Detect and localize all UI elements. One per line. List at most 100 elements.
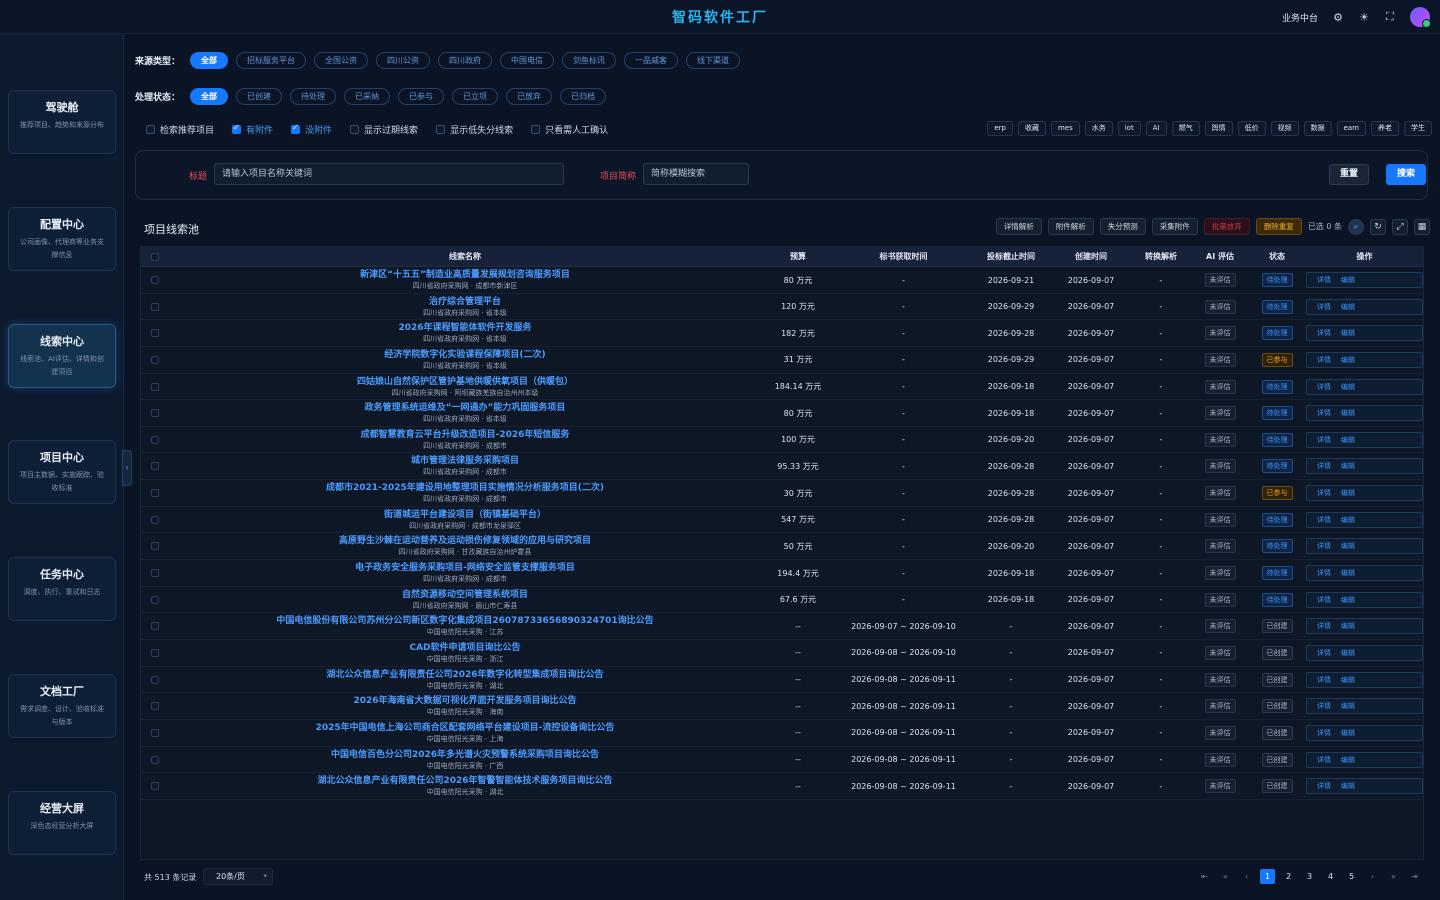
edit-link[interactable]: 编辑 <box>1341 595 1355 605</box>
page-button[interactable]: 1 <box>1260 869 1275 884</box>
detail-link[interactable]: 详情 <box>1317 621 1331 631</box>
search-button[interactable]: 搜索 <box>1385 164 1426 185</box>
row-checkbox[interactable] <box>147 613 163 639</box>
row-checkbox[interactable] <box>147 773 163 799</box>
detail-link[interactable]: 详情 <box>1317 488 1331 498</box>
page-button[interactable]: 5 <box>1344 869 1359 884</box>
detail-link[interactable]: 详情 <box>1317 355 1331 365</box>
keyword-tag[interactable]: 学生 <box>1404 121 1432 136</box>
checkbox[interactable] <box>151 782 159 791</box>
sidebar-item-config[interactable]: 配置中心 公司画像、代理商等业务支撑信息 <box>8 207 116 271</box>
detail-link[interactable]: 详情 <box>1317 595 1331 605</box>
row-checkbox[interactable] <box>147 267 163 293</box>
loss-predict-button[interactable]: 失分预测 <box>1099 218 1146 235</box>
edit-link[interactable]: 编辑 <box>1341 461 1355 471</box>
detail-link[interactable]: 详情 <box>1317 515 1331 525</box>
source-chip[interactable]: 剑鱼标讯 <box>562 52 617 69</box>
source-chip[interactable]: 一品威客 <box>624 52 679 69</box>
sun-icon[interactable]: ☀ <box>1358 11 1370 24</box>
checkbox[interactable] <box>151 728 159 737</box>
keyword-tag[interactable]: erp <box>987 121 1013 136</box>
row-checkbox[interactable] <box>147 693 163 719</box>
detail-link[interactable]: 详情 <box>1317 328 1331 338</box>
row-checkbox[interactable] <box>147 720 163 746</box>
checkbox[interactable] <box>151 675 159 684</box>
lead-title-link[interactable]: 高原野生沙棘在运动营养及运动损伤修复领域的应用与研究项目 <box>339 535 591 547</box>
lead-title-link[interactable]: 自然资源移动空间管理系统项目 <box>402 589 528 601</box>
row-checkbox[interactable] <box>147 640 163 666</box>
source-chip[interactable]: 全部 <box>190 52 229 69</box>
keyword-tag[interactable]: AI <box>1145 121 1167 136</box>
edit-link[interactable]: 编辑 <box>1341 382 1355 392</box>
page-size-select[interactable]: 20条/页 <box>203 868 273 885</box>
lead-title-link[interactable]: 2026年海南省大数据可视化界面开发服务项目询比公告 <box>353 695 576 707</box>
detail-parse-button[interactable]: 详情解析 <box>995 218 1042 235</box>
first-page-icon[interactable]: ⇤ <box>1197 869 1212 884</box>
edit-link[interactable]: 编辑 <box>1341 781 1355 791</box>
status-chip[interactable]: 待处理 <box>290 88 337 105</box>
keyword-tag[interactable]: 收藏 <box>1017 121 1046 136</box>
next-group-icon[interactable]: » <box>1386 869 1401 884</box>
select-all-checkbox[interactable] <box>147 247 163 267</box>
sidebar-item-projects[interactable]: 项目中心 项目主数据、实施跟踪、验收标准 <box>8 440 116 504</box>
sidebar-collapse-button[interactable]: ‹ <box>122 450 132 486</box>
check-low-score[interactable]: 显示低失分线索 <box>436 123 513 136</box>
detail-link[interactable]: 详情 <box>1317 728 1331 738</box>
check-has-attachment[interactable]: 有附件 <box>232 123 273 136</box>
detail-link[interactable]: 详情 <box>1317 568 1331 578</box>
detail-link[interactable]: 详情 <box>1317 408 1331 418</box>
row-checkbox[interactable] <box>147 507 163 533</box>
status-chip[interactable]: 已创建 <box>236 88 283 105</box>
source-chip[interactable]: 中国电信 <box>500 52 555 69</box>
checkbox[interactable] <box>151 355 159 364</box>
edit-link[interactable]: 编辑 <box>1341 648 1355 658</box>
edit-link[interactable]: 编辑 <box>1341 355 1355 365</box>
lead-title-link[interactable]: 湖北公众信息产业有限责任公司2026年智警智能体技术服务项目询比公告 <box>317 775 612 787</box>
source-chip[interactable]: 四川公资 <box>376 52 431 69</box>
edit-link[interactable]: 编辑 <box>1341 515 1355 525</box>
lead-title-link[interactable]: 成都市2021-2025年建设用地整理项目实施情况分析服务项目(二次) <box>326 482 604 494</box>
detail-link[interactable]: 详情 <box>1317 275 1331 285</box>
batch-abandon-button[interactable]: 批量放弃 <box>1203 218 1250 235</box>
checkbox[interactable] <box>151 648 159 657</box>
page-button[interactable]: 2 <box>1281 869 1296 884</box>
edit-link[interactable]: 编辑 <box>1341 675 1355 685</box>
detail-link[interactable]: 详情 <box>1317 781 1331 791</box>
row-checkbox[interactable] <box>147 320 163 346</box>
keyword-tag[interactable]: 养老 <box>1371 121 1399 136</box>
row-checkbox[interactable] <box>147 427 163 453</box>
detail-link[interactable]: 详情 <box>1317 755 1331 765</box>
checkbox[interactable] <box>151 435 159 444</box>
checkbox[interactable] <box>151 462 159 471</box>
edit-link[interactable]: 编辑 <box>1341 701 1355 711</box>
collect-attachment-button[interactable]: 采集附件 <box>1151 218 1198 235</box>
keyword-tag[interactable]: mes <box>1050 121 1080 136</box>
checkbox[interactable] <box>291 123 301 134</box>
status-chip[interactable]: 已归档 <box>560 88 607 105</box>
edit-link[interactable]: 编辑 <box>1341 755 1355 765</box>
page-button[interactable]: 3 <box>1302 869 1317 884</box>
edit-link[interactable]: 编辑 <box>1341 435 1355 445</box>
search-icon[interactable]: ⌕ <box>1348 218 1364 235</box>
edit-link[interactable]: 编辑 <box>1341 621 1355 631</box>
checkbox[interactable] <box>531 125 541 134</box>
checkbox[interactable] <box>151 622 159 631</box>
prev-page-icon[interactable]: ‹ <box>1239 869 1254 884</box>
status-chip[interactable]: 已采纳 <box>344 88 391 105</box>
last-page-icon[interactable]: ⇥ <box>1407 869 1422 884</box>
sidebar-item-leads[interactable]: 线索中心 线索池、AI评估、详情和创建项目 <box>8 324 116 388</box>
business-center-link[interactable]: 业务中台 <box>1282 11 1318 24</box>
edit-link[interactable]: 编辑 <box>1341 488 1355 498</box>
edit-link[interactable]: 编辑 <box>1341 541 1355 551</box>
check-recommended[interactable]: 检索推荐项目 <box>146 123 214 136</box>
detail-link[interactable]: 详情 <box>1317 648 1331 658</box>
row-checkbox[interactable] <box>147 400 163 426</box>
reset-button[interactable]: 重置 <box>1328 164 1369 185</box>
check-no-attachment[interactable]: 没附件 <box>291 123 332 136</box>
attachment-parse-button[interactable]: 附件解析 <box>1047 218 1094 235</box>
check-manual-confirm[interactable]: 只看需人工确认 <box>531 123 608 136</box>
lead-title-link[interactable]: 四姑娘山自然保护区管护基地供暖供氧项目（供暖包） <box>357 376 573 388</box>
checkbox[interactable] <box>151 489 159 498</box>
source-chip[interactable]: 全国公资 <box>314 52 369 69</box>
lead-title-link[interactable]: 2026年课程智能体软件开发服务 <box>398 322 531 334</box>
